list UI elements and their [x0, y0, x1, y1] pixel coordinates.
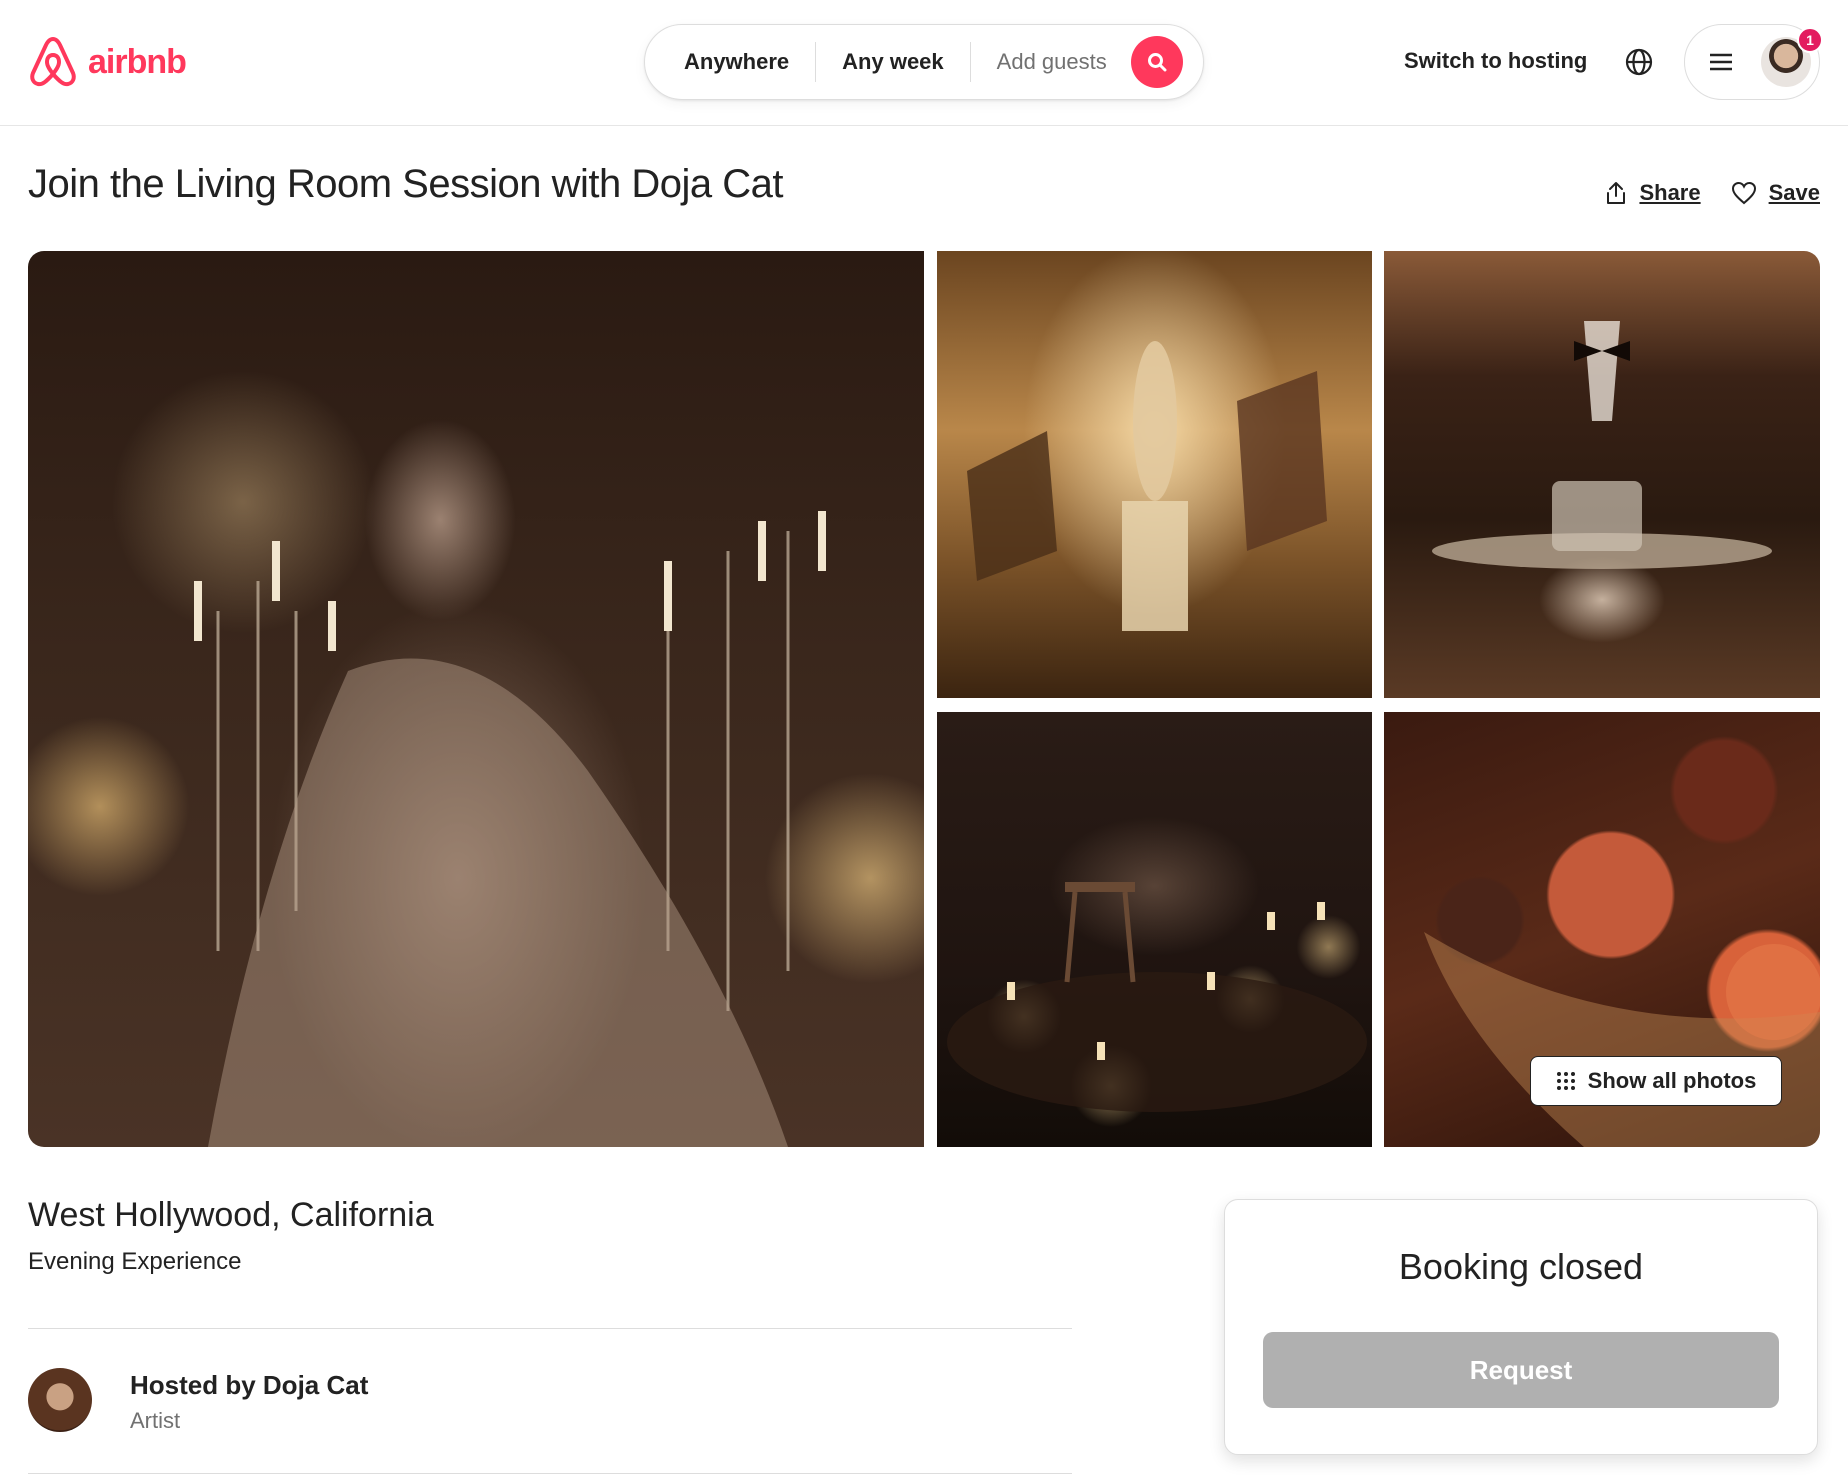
listing-location: West Hollywood, California — [28, 1196, 434, 1234]
photo-gallery — [28, 251, 1820, 1147]
share-icon — [1607, 182, 1626, 204]
search-button[interactable] — [1130, 36, 1183, 88]
heart-icon — [1731, 181, 1756, 205]
photo-statue-gallery[interactable] — [937, 251, 1372, 698]
page-title: Join the Living Room Session with Doja C… — [28, 162, 783, 206]
search-bar[interactable]: Anywhere Any week Add guests — [644, 24, 1204, 100]
section-divider — [28, 1473, 1072, 1474]
grid-dots-icon — [1556, 1072, 1575, 1090]
photo-main-veiled-portrait[interactable] — [28, 251, 924, 1147]
request-button[interactable]: Request — [1263, 1332, 1779, 1408]
candelabra-illustration — [194, 511, 826, 1147]
candlelit-room-illustration — [947, 882, 1367, 1112]
hamburger-menu-icon — [1710, 53, 1732, 71]
butler-illustration — [1432, 321, 1772, 569]
airbnb-logo[interactable]: airbnb — [28, 34, 187, 90]
logo-text: airbnb — [88, 42, 187, 81]
top-header: airbnb Anywhere Any week Add guests Swit… — [0, 0, 1848, 126]
search-location[interactable]: Anywhere — [645, 49, 815, 75]
search-guests[interactable]: Add guests — [971, 49, 1131, 75]
notification-badge: 1 — [1797, 27, 1823, 53]
save-button[interactable]: Save — [1731, 180, 1820, 206]
switch-to-hosting-link[interactable]: Switch to hosting — [1404, 48, 1587, 74]
search-dates[interactable]: Any week — [816, 49, 970, 75]
airbnb-logo-icon — [30, 37, 76, 87]
host-name: Hosted by Doja Cat — [130, 1370, 369, 1400]
show-all-photos-label: Show all photos — [1587, 1068, 1757, 1093]
title-actions: Share Save — [1605, 180, 1820, 206]
statue-illustration — [967, 341, 1327, 631]
booking-card: Booking closed Request — [1224, 1199, 1818, 1455]
section-divider — [28, 1328, 1072, 1329]
share-label: Share — [1639, 180, 1701, 205]
globe-icon[interactable] — [1624, 47, 1654, 77]
show-all-photos-button[interactable]: Show all photos — [1530, 1056, 1782, 1106]
photo-candlelit-room[interactable] — [937, 712, 1372, 1147]
search-icon — [1147, 53, 1167, 72]
listing-subtitle: Evening Experience — [28, 1248, 242, 1275]
host-avatar[interactable] — [28, 1368, 92, 1432]
user-menu-button[interactable]: 1 — [1684, 24, 1823, 100]
photo-butler-tray[interactable] — [1384, 251, 1820, 698]
save-label: Save — [1768, 180, 1820, 205]
booking-status: Booking closed — [1398, 1246, 1644, 1287]
host-role: Artist — [130, 1408, 181, 1433]
share-button[interactable]: Share — [1605, 180, 1701, 206]
